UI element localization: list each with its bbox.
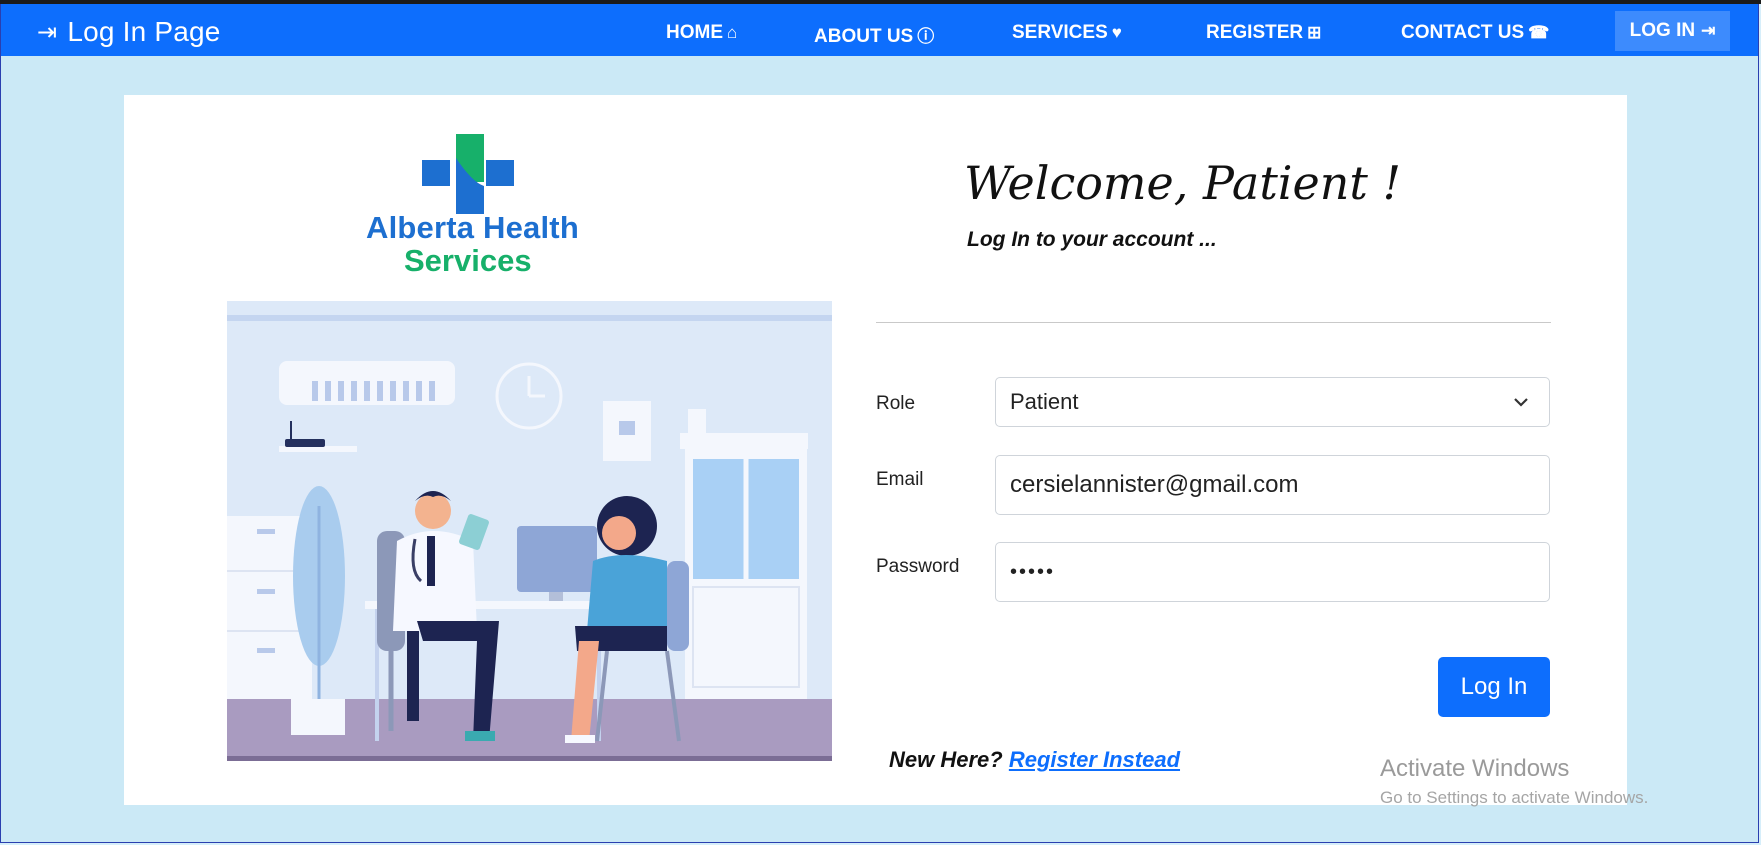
home-icon: ⌂ bbox=[727, 23, 738, 42]
welcome-heading: Welcome, Patient ! bbox=[964, 156, 1401, 210]
activate-windows-title: Activate Windows bbox=[1380, 755, 1570, 782]
ahs-cross-logo bbox=[422, 134, 514, 214]
login-icon: ⇥ bbox=[37, 19, 58, 46]
nav-about-label: ABOUT US bbox=[814, 26, 914, 47]
login-subtitle: Log In to your account ... bbox=[967, 228, 1217, 251]
chevron-down-icon bbox=[1514, 398, 1528, 407]
nav-login-button[interactable]: LOG IN ⇥ bbox=[1615, 11, 1730, 51]
nav-register-label: REGISTER bbox=[1206, 22, 1304, 43]
password-field[interactable]: ••••• bbox=[995, 542, 1550, 602]
brand-label: Log In Page bbox=[67, 16, 221, 47]
nav-services[interactable]: SERVICES ♥ bbox=[1012, 22, 1122, 44]
email-value: cersielannister@gmail.com bbox=[1010, 471, 1299, 498]
activate-windows-subtitle: Go to Settings to activate Windows. bbox=[1380, 788, 1649, 807]
role-selected-value: Patient bbox=[1010, 389, 1079, 414]
logo-text-line1: Alberta Health bbox=[366, 210, 579, 245]
new-here-text: New Here? bbox=[889, 747, 1003, 772]
login-submit-button[interactable]: Log In bbox=[1438, 657, 1550, 717]
nav-services-label: SERVICES bbox=[1012, 22, 1108, 43]
nav-home[interactable]: HOME ⌂ bbox=[666, 22, 737, 44]
top-navbar: ⇥ Log In Page HOME ⌂ ABOUT US ⓘ SERVICES ♥ R… bbox=[0, 4, 1758, 56]
nav-register[interactable]: REGISTER ⊞ bbox=[1206, 22, 1321, 44]
email-field[interactable]: cersielannister@gmail.com bbox=[995, 455, 1550, 515]
role-select[interactable]: Patient bbox=[995, 377, 1550, 427]
new-here-prompt: New Here? Register Instead bbox=[889, 747, 1180, 773]
info-icon: ⓘ bbox=[917, 27, 935, 46]
login-icon: ⇥ bbox=[1701, 21, 1716, 40]
navbar-brand[interactable]: ⇥ Log In Page bbox=[37, 16, 221, 48]
password-value: ••••• bbox=[1010, 560, 1056, 583]
nav-about-us[interactable]: ABOUT US ⓘ bbox=[814, 22, 934, 48]
nav-contact-us[interactable]: CONTACT US ☎ bbox=[1401, 22, 1549, 44]
form-divider bbox=[876, 322, 1551, 323]
heart-icon: ♥ bbox=[1111, 23, 1122, 42]
nav-home-label: HOME bbox=[666, 22, 723, 43]
doctor-patient-illustration bbox=[227, 301, 832, 767]
phone-icon: ☎ bbox=[1528, 23, 1550, 42]
role-label: Role bbox=[876, 393, 916, 414]
nav-contact-label: CONTACT US bbox=[1401, 22, 1525, 43]
logo-text-line2: Services bbox=[404, 243, 532, 278]
register-instead-link[interactable]: Register Instead bbox=[1009, 747, 1180, 772]
nav-login-label: LOG IN bbox=[1629, 20, 1696, 41]
password-label: Password bbox=[876, 556, 960, 577]
plus-square-icon: ⊞ bbox=[1307, 23, 1322, 42]
email-label: Email bbox=[876, 469, 924, 490]
